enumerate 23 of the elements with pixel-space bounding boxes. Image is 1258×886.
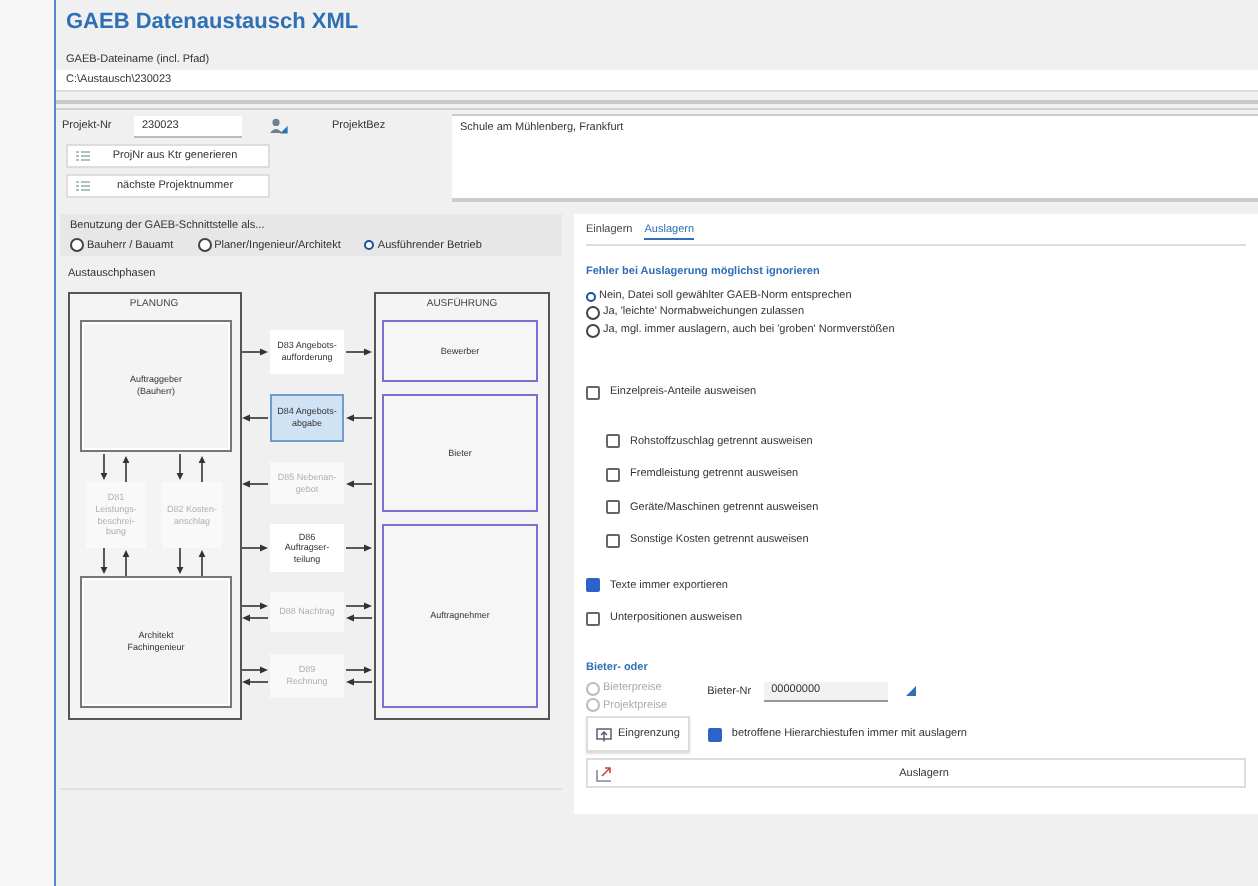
corner-icon[interactable] [905,686,916,697]
list-icon [76,180,90,192]
arrows-drawing [176,454,208,482]
arrow-icon [346,602,372,622]
filter-icon [596,727,612,742]
arrow-icon [242,602,268,622]
arrow-icon [346,346,372,358]
arrow-icon [346,412,372,424]
arrows-drawing [176,548,208,576]
arrow-icon [242,477,268,489]
arrow-icon [242,666,268,686]
window-title: GAEB Datenaustausch XML [64,8,361,38]
arrows-drawing [100,454,132,482]
arrow-icon [242,412,268,424]
export-icon [596,765,612,782]
arrows-drawing [100,548,132,576]
arrow-icon [346,542,372,554]
user-icon[interactable] [270,118,288,134]
arrow-icon [346,666,372,686]
arrow-icon [346,477,372,489]
arrow-icon [242,542,268,554]
arrow-icon [242,346,268,358]
list-icon [76,150,90,162]
